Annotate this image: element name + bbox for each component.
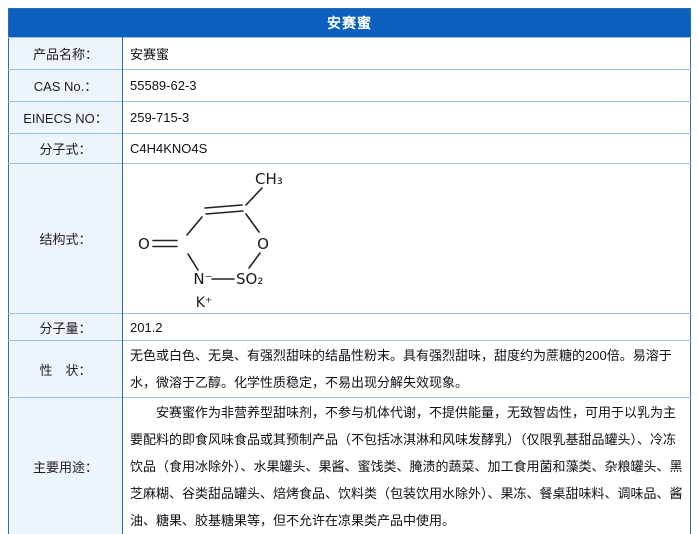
table-row-formula: 分子式： C4H4KNO4S	[8, 133, 691, 164]
table-header-row: 安赛蜜	[8, 8, 691, 38]
atom-methyl-group: CH₃	[255, 170, 283, 188]
table-row-product-name: 产品名称： 安赛蜜	[8, 37, 691, 70]
row-value-einecs: 259-715-3	[122, 101, 691, 134]
row-label-product-name: 产品名称：	[8, 37, 123, 70]
product-spec-table: 安赛蜜 产品名称： 安赛蜜 CAS No.： 55589-62-3 EINECS…	[8, 8, 691, 534]
row-value-molecular-weight: 201.2	[122, 313, 691, 341]
table-row-properties: 性 状： 无色或白色、无臭、有强烈甜味的结晶性粉末。具有强烈甜味，甜度约为蔗糖的…	[8, 340, 691, 398]
atom-ring-oxygen: O	[257, 235, 269, 253]
chemical-structure-diagram: O CH₃ O SO₂ N⁻ K⁺	[138, 170, 283, 311]
atom-sulfonyl-group: SO₂	[236, 270, 263, 288]
bond-n-c	[187, 253, 199, 271]
atom-potassium-ion: K⁺	[196, 295, 213, 311]
table-row-einecs: EINECS NO： 259-715-3	[8, 101, 691, 134]
row-label-einecs: EINECS NO：	[8, 101, 123, 134]
table-row-main-uses: 主要用途： 安赛蜜作为非营养型甜味剂，不参与机体代谢，不提供能量，无致智齿性，可…	[8, 397, 691, 534]
row-label-properties: 性 状：	[8, 340, 123, 398]
page: 安赛蜜 产品名称： 安赛蜜 CAS No.： 55589-62-3 EINECS…	[0, 0, 698, 534]
row-label-molecular-weight: 分子量：	[8, 313, 123, 341]
row-value-product-name: 安赛蜜	[122, 37, 691, 70]
table-title: 安赛蜜	[8, 8, 691, 38]
row-value-main-uses: 安赛蜜作为非营养型甜味剂，不参与机体代谢，不提供能量，无致智齿性，可用于以乳为主…	[122, 397, 691, 534]
row-value-properties: 无色或白色、无臭、有强烈甜味的结晶性粉末。具有强烈甜味，甜度约为蔗糖的200倍。…	[122, 340, 691, 398]
row-label-cas: CAS No.：	[8, 69, 123, 102]
atom-nitrogen: N⁻	[193, 270, 212, 288]
row-value-structure: O CH₃ O SO₂ N⁻ K⁺	[122, 163, 691, 314]
table-row-cas: CAS No.： 55589-62-3	[8, 69, 691, 102]
bond-cc-2	[205, 210, 244, 215]
atom-carbonyl-oxygen: O	[138, 235, 150, 253]
table-row-molecular-weight: 分子量： 201.2	[8, 313, 691, 341]
bond-b-o	[245, 213, 260, 233]
bond-b-methyl	[245, 187, 263, 206]
bond-o-s	[248, 252, 261, 269]
row-label-structure: 结构式：	[8, 163, 123, 314]
row-value-cas: 55589-62-3	[122, 69, 691, 102]
row-value-formula: C4H4KNO4S	[122, 133, 691, 164]
bond-c-a	[186, 216, 203, 236]
bond-cc-1	[204, 204, 243, 209]
table-row-structure: 结构式： O CH₃ O SO₂ N⁻ K⁺	[8, 163, 691, 314]
row-label-formula: 分子式：	[8, 133, 123, 164]
row-label-main-uses: 主要用途：	[8, 397, 123, 534]
